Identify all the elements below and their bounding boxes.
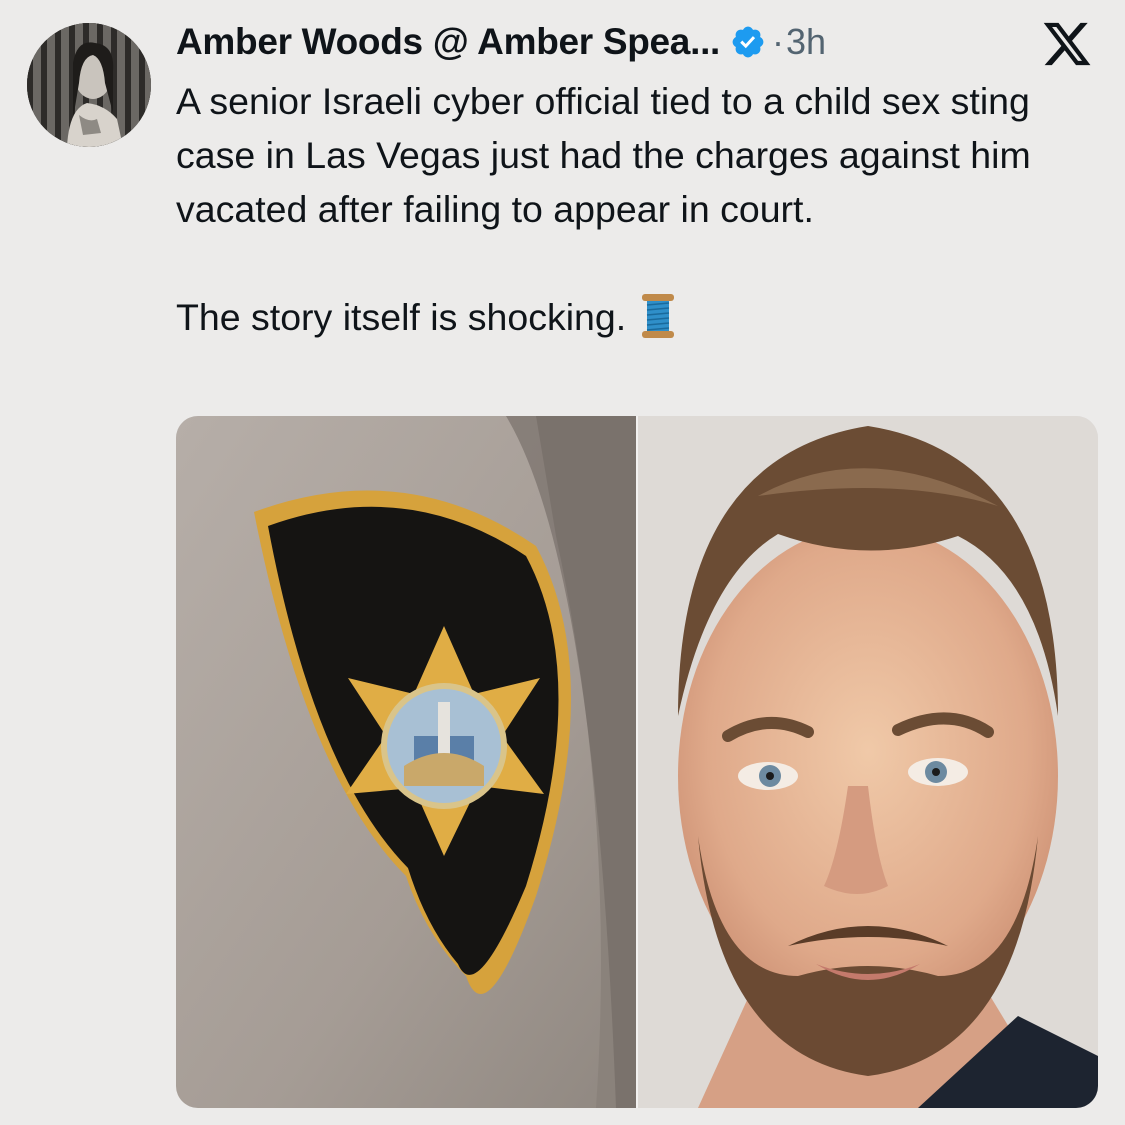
timestamp-separator: · <box>772 21 785 62</box>
tweet-paragraph-2: The story itself is shocking. <box>176 290 1086 344</box>
author-avatar[interactable] <box>27 23 151 147</box>
avatar-image <box>27 23 151 147</box>
tweet-media[interactable] <box>176 416 1098 1108</box>
tweet-text: A senior Israeli cyber official tied to … <box>176 74 1086 344</box>
man-portrait-photo[interactable] <box>637 416 1098 1108</box>
tweet-paragraph-2-text: The story itself is shocking. <box>176 296 627 338</box>
police-patch-photo[interactable] <box>176 416 636 1108</box>
verified-badge-icon <box>730 24 766 60</box>
timestamp[interactable]: 3h <box>786 21 826 63</box>
author-name[interactable]: Amber Woods @ Amber Spea... <box>176 21 720 63</box>
x-logo-icon[interactable] <box>1040 18 1094 70</box>
tweet-header: Amber Woods @ Amber Spea... · 3h <box>176 20 826 64</box>
spool-of-thread-emoji <box>640 292 676 340</box>
tweet-paragraph-1: A senior Israeli cyber official tied to … <box>176 80 1031 230</box>
